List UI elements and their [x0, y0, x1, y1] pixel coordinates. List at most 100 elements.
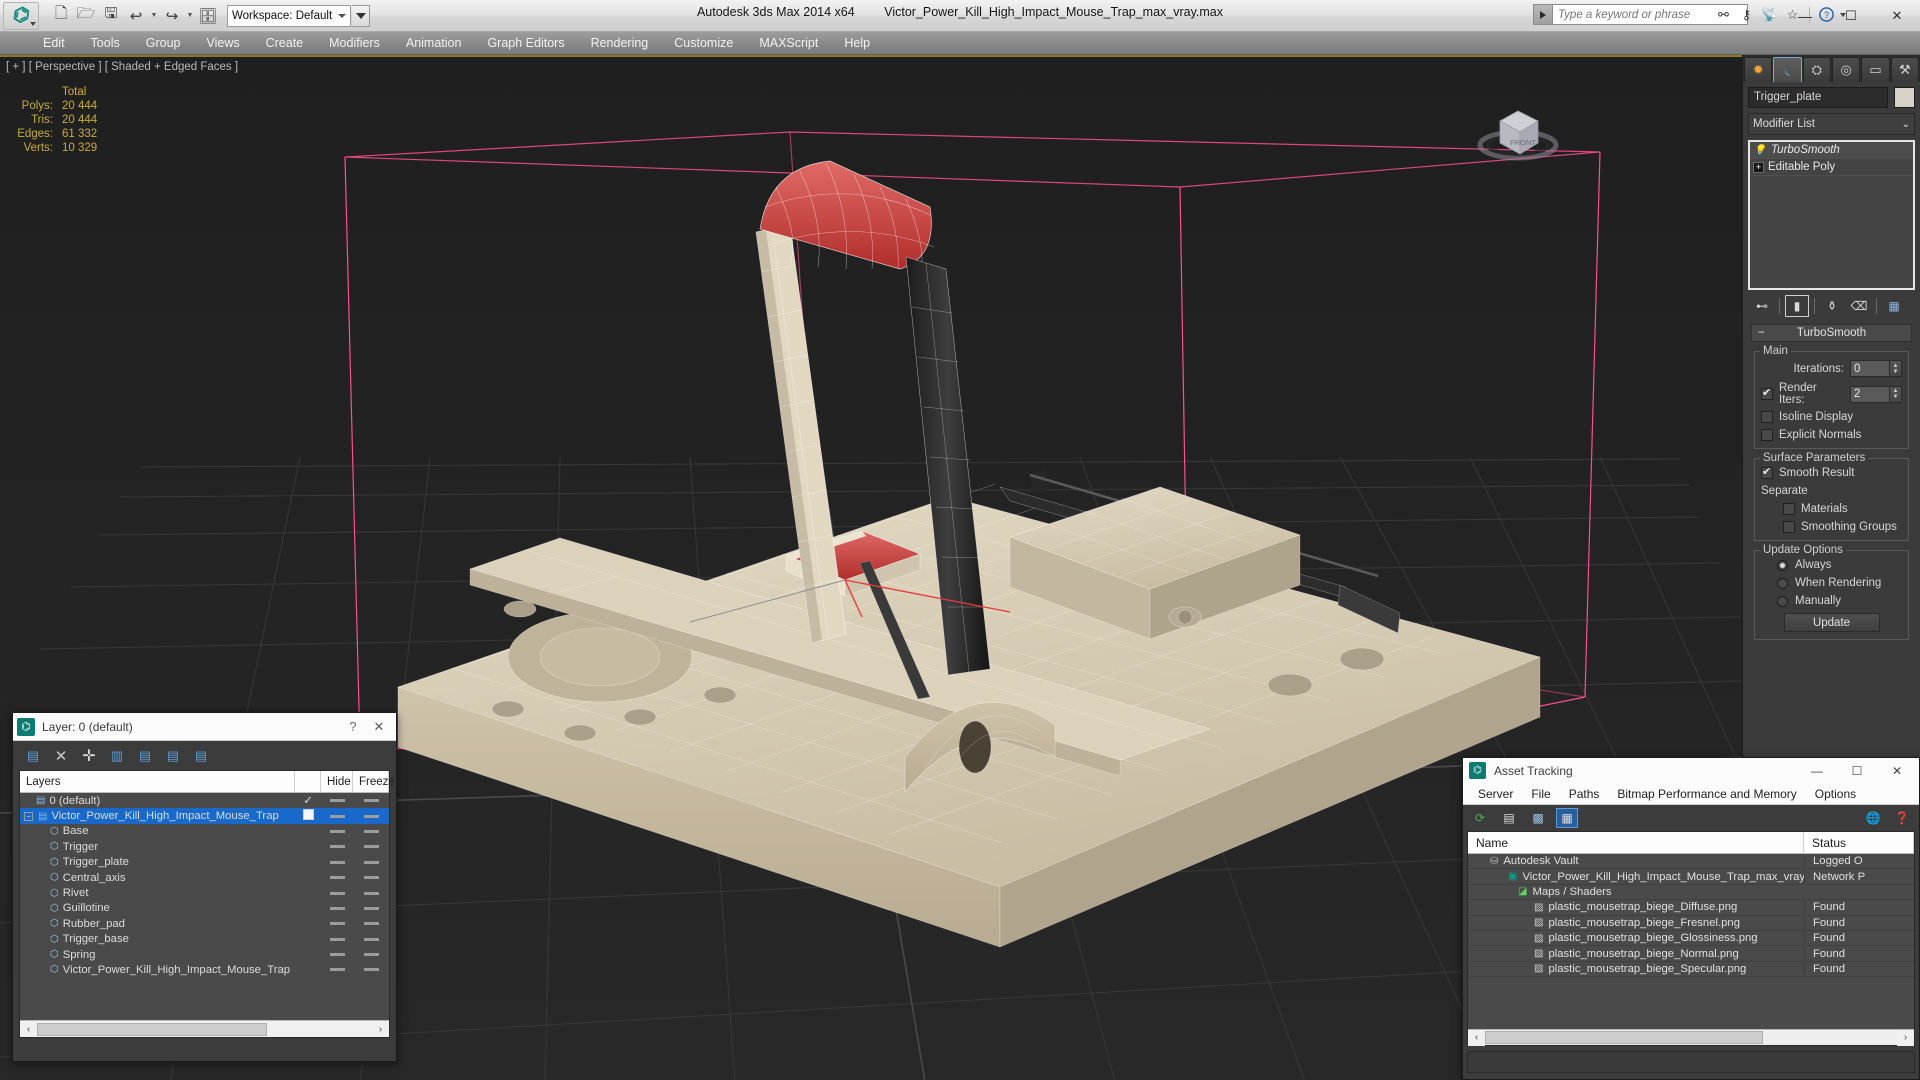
expand-plus-icon[interactable]: +: [1753, 162, 1764, 173]
spinner-arrows-icon[interactable]: ▲▼: [1890, 386, 1902, 403]
render-iters-spinner[interactable]: ▲▼: [1850, 386, 1902, 403]
freeze-toggle[interactable]: [353, 907, 389, 910]
freeze-toggle[interactable]: [353, 892, 389, 895]
save-file-icon[interactable]: 🖫: [99, 4, 123, 28]
workspace-dropdown-button[interactable]: [352, 5, 370, 27]
workspace-selector[interactable]: Workspace: Default: [227, 5, 351, 27]
layer-explorer-window[interactable]: ⌬ Layer: 0 (default) ? ✕ ▤ ✕ ✛ ▥ ▤ ▤ ▤ L…: [12, 712, 397, 1062]
key-icon[interactable]: ⚷: [1736, 4, 1757, 25]
modifier-stack[interactable]: 💡 TurboSmooth + Editable Poly: [1748, 140, 1915, 290]
hide-toggle[interactable]: [321, 815, 353, 818]
layer-row-0-default[interactable]: ▤ 0 (default) ✓: [20, 793, 389, 808]
always-radio[interactable]: [1777, 560, 1788, 571]
menu-item-animation[interactable]: Animation: [393, 32, 475, 55]
explicit-normals-checkbox[interactable]: [1761, 429, 1773, 441]
menu-item-bitmap-performance[interactable]: Bitmap Performance and Memory: [1608, 787, 1805, 801]
active-layer-check[interactable]: [295, 809, 321, 823]
smoothing-groups-row[interactable]: Smoothing Groups: [1761, 521, 1902, 533]
iterations-input[interactable]: [1850, 360, 1890, 377]
scroll-left-icon[interactable]: ‹: [1468, 1030, 1485, 1046]
layer-horizontal-scrollbar[interactable]: ‹ ›: [20, 1020, 389, 1037]
undo-dropdown-icon[interactable]: ▼: [149, 12, 159, 19]
hide-toggle[interactable]: [321, 830, 353, 833]
layer-row-mousetrap[interactable]: − ▤ Victor_Power_Kill_High_Impact_Mouse_…: [20, 808, 389, 823]
maximize-button[interactable]: ☐: [1837, 759, 1877, 783]
layer-object-row-rubber-pad[interactable]: ⬡ Rubber_pad: [20, 916, 389, 931]
asset-row-autodesk-vault[interactable]: ⛁ Autodesk Vault Logged O: [1468, 854, 1914, 869]
hide-unhide-layer-icon[interactable]: ▤: [191, 746, 211, 766]
rollout-header[interactable]: − TurboSmooth: [1751, 324, 1912, 342]
select-highlighted-layers-icon[interactable]: ▤: [135, 746, 155, 766]
close-button[interactable]: ✕: [1874, 0, 1920, 31]
update-option-manually[interactable]: Manually: [1761, 595, 1902, 607]
satellite-dish-icon[interactable]: 📡: [1759, 4, 1780, 25]
menu-item-edit[interactable]: Edit: [30, 32, 78, 55]
layer-object-row-base[interactable]: ⬡ Base: [20, 824, 389, 839]
collapse-icon[interactable]: −: [1758, 327, 1765, 339]
modify-tab[interactable]: ◟: [1773, 57, 1801, 82]
project-folder-icon[interactable]: 🗄: [196, 4, 220, 28]
layer-object-row-trigger-plate[interactable]: ⬡ Trigger_plate: [20, 855, 389, 870]
refresh-icon[interactable]: ⟳: [1469, 808, 1491, 828]
smooth-result-row[interactable]: Smooth Result: [1761, 467, 1902, 479]
scroll-right-icon[interactable]: ›: [1897, 1030, 1914, 1046]
configure-modifier-sets-icon[interactable]: ▦: [1882, 295, 1906, 317]
search-expand-icon[interactable]: [1533, 4, 1552, 25]
details-view-icon[interactable]: ▩: [1527, 808, 1549, 828]
menu-item-tools[interactable]: Tools: [78, 32, 133, 55]
maximize-button[interactable]: ☐: [1828, 0, 1874, 31]
materials-checkbox[interactable]: [1783, 503, 1795, 515]
hierarchy-tab[interactable]: ⛭: [1803, 57, 1831, 82]
hide-toggle[interactable]: [321, 907, 353, 910]
hide-toggle[interactable]: [321, 953, 353, 956]
layer-object-row-trigger[interactable]: ⬡ Trigger: [20, 839, 389, 854]
menu-item-modifiers[interactable]: Modifiers: [316, 32, 393, 55]
globe-help-icon[interactable]: 🌐: [1862, 808, 1884, 828]
pin-stack-icon[interactable]: ⊷: [1750, 295, 1774, 317]
freeze-toggle[interactable]: [353, 922, 389, 925]
asset-row-maps-shaders[interactable]: ◪ Maps / Shaders: [1468, 885, 1914, 900]
binoculars-icon[interactable]: ⚯: [1713, 4, 1734, 25]
make-unique-icon[interactable]: ⚱: [1820, 295, 1844, 317]
question-help-icon[interactable]: ❓: [1891, 808, 1913, 828]
asset-row-glossiness[interactable]: ▨ plastic_mousetrap_biege_Glossiness.png…: [1468, 931, 1914, 946]
hide-toggle[interactable]: [321, 922, 353, 925]
hide-toggle[interactable]: [321, 799, 353, 802]
layer-object-row-spring[interactable]: ⬡ Spring: [20, 947, 389, 962]
manually-radio[interactable]: [1777, 596, 1788, 607]
menu-item-options[interactable]: Options: [1806, 787, 1865, 801]
freeze-toggle[interactable]: [353, 938, 389, 941]
collapse-expander-icon[interactable]: −: [24, 812, 33, 821]
motion-tab[interactable]: ◎: [1832, 57, 1860, 82]
application-menu-button[interactable]: ⌬: [3, 2, 39, 30]
object-name-field[interactable]: Trigger_plate: [1748, 87, 1888, 108]
asset-list[interactable]: Name Status ⛁ Autodesk Vault Logged O ▣ …: [1467, 831, 1915, 1046]
menu-item-views[interactable]: Views: [193, 32, 252, 55]
freeze-toggle[interactable]: [353, 799, 389, 802]
add-selection-to-layer-icon[interactable]: ✛: [79, 746, 99, 766]
isoline-display-checkbox[interactable]: [1761, 411, 1773, 423]
render-iters-input[interactable]: [1850, 386, 1890, 403]
modifier-stack-item-editable-poly[interactable]: + Editable Poly: [1750, 159, 1913, 176]
highlight-selected-objects-layer-icon[interactable]: ▤: [163, 746, 183, 766]
grid-view-icon[interactable]: ▦: [1556, 808, 1578, 828]
hide-toggle[interactable]: [321, 861, 353, 864]
view-cube[interactable]: FRONT: [1472, 97, 1564, 177]
update-button[interactable]: Update: [1784, 613, 1880, 632]
freeze-toggle[interactable]: [353, 845, 389, 848]
hide-toggle[interactable]: [321, 845, 353, 848]
layer-list[interactable]: Layers Hide Freeze ▤ 0 (default) ✓: [19, 770, 390, 1038]
iterations-spinner[interactable]: ▲▼: [1850, 360, 1902, 377]
explicit-normals-row[interactable]: Explicit Normals: [1761, 429, 1902, 441]
minimize-button[interactable]: —: [1797, 759, 1837, 783]
update-option-always[interactable]: Always: [1761, 559, 1902, 571]
menu-item-file[interactable]: File: [1522, 787, 1559, 801]
close-button[interactable]: ✕: [366, 719, 392, 735]
menu-item-server[interactable]: Server: [1469, 787, 1522, 801]
scroll-left-icon[interactable]: ‹: [20, 1021, 37, 1037]
smoothing-groups-checkbox[interactable]: [1783, 521, 1795, 533]
freeze-toggle[interactable]: [353, 953, 389, 956]
scroll-right-icon[interactable]: ›: [372, 1021, 389, 1037]
modifier-list-dropdown[interactable]: Modifier List ⌄: [1748, 113, 1915, 135]
select-objects-in-layer-icon[interactable]: ▥: [107, 746, 127, 766]
